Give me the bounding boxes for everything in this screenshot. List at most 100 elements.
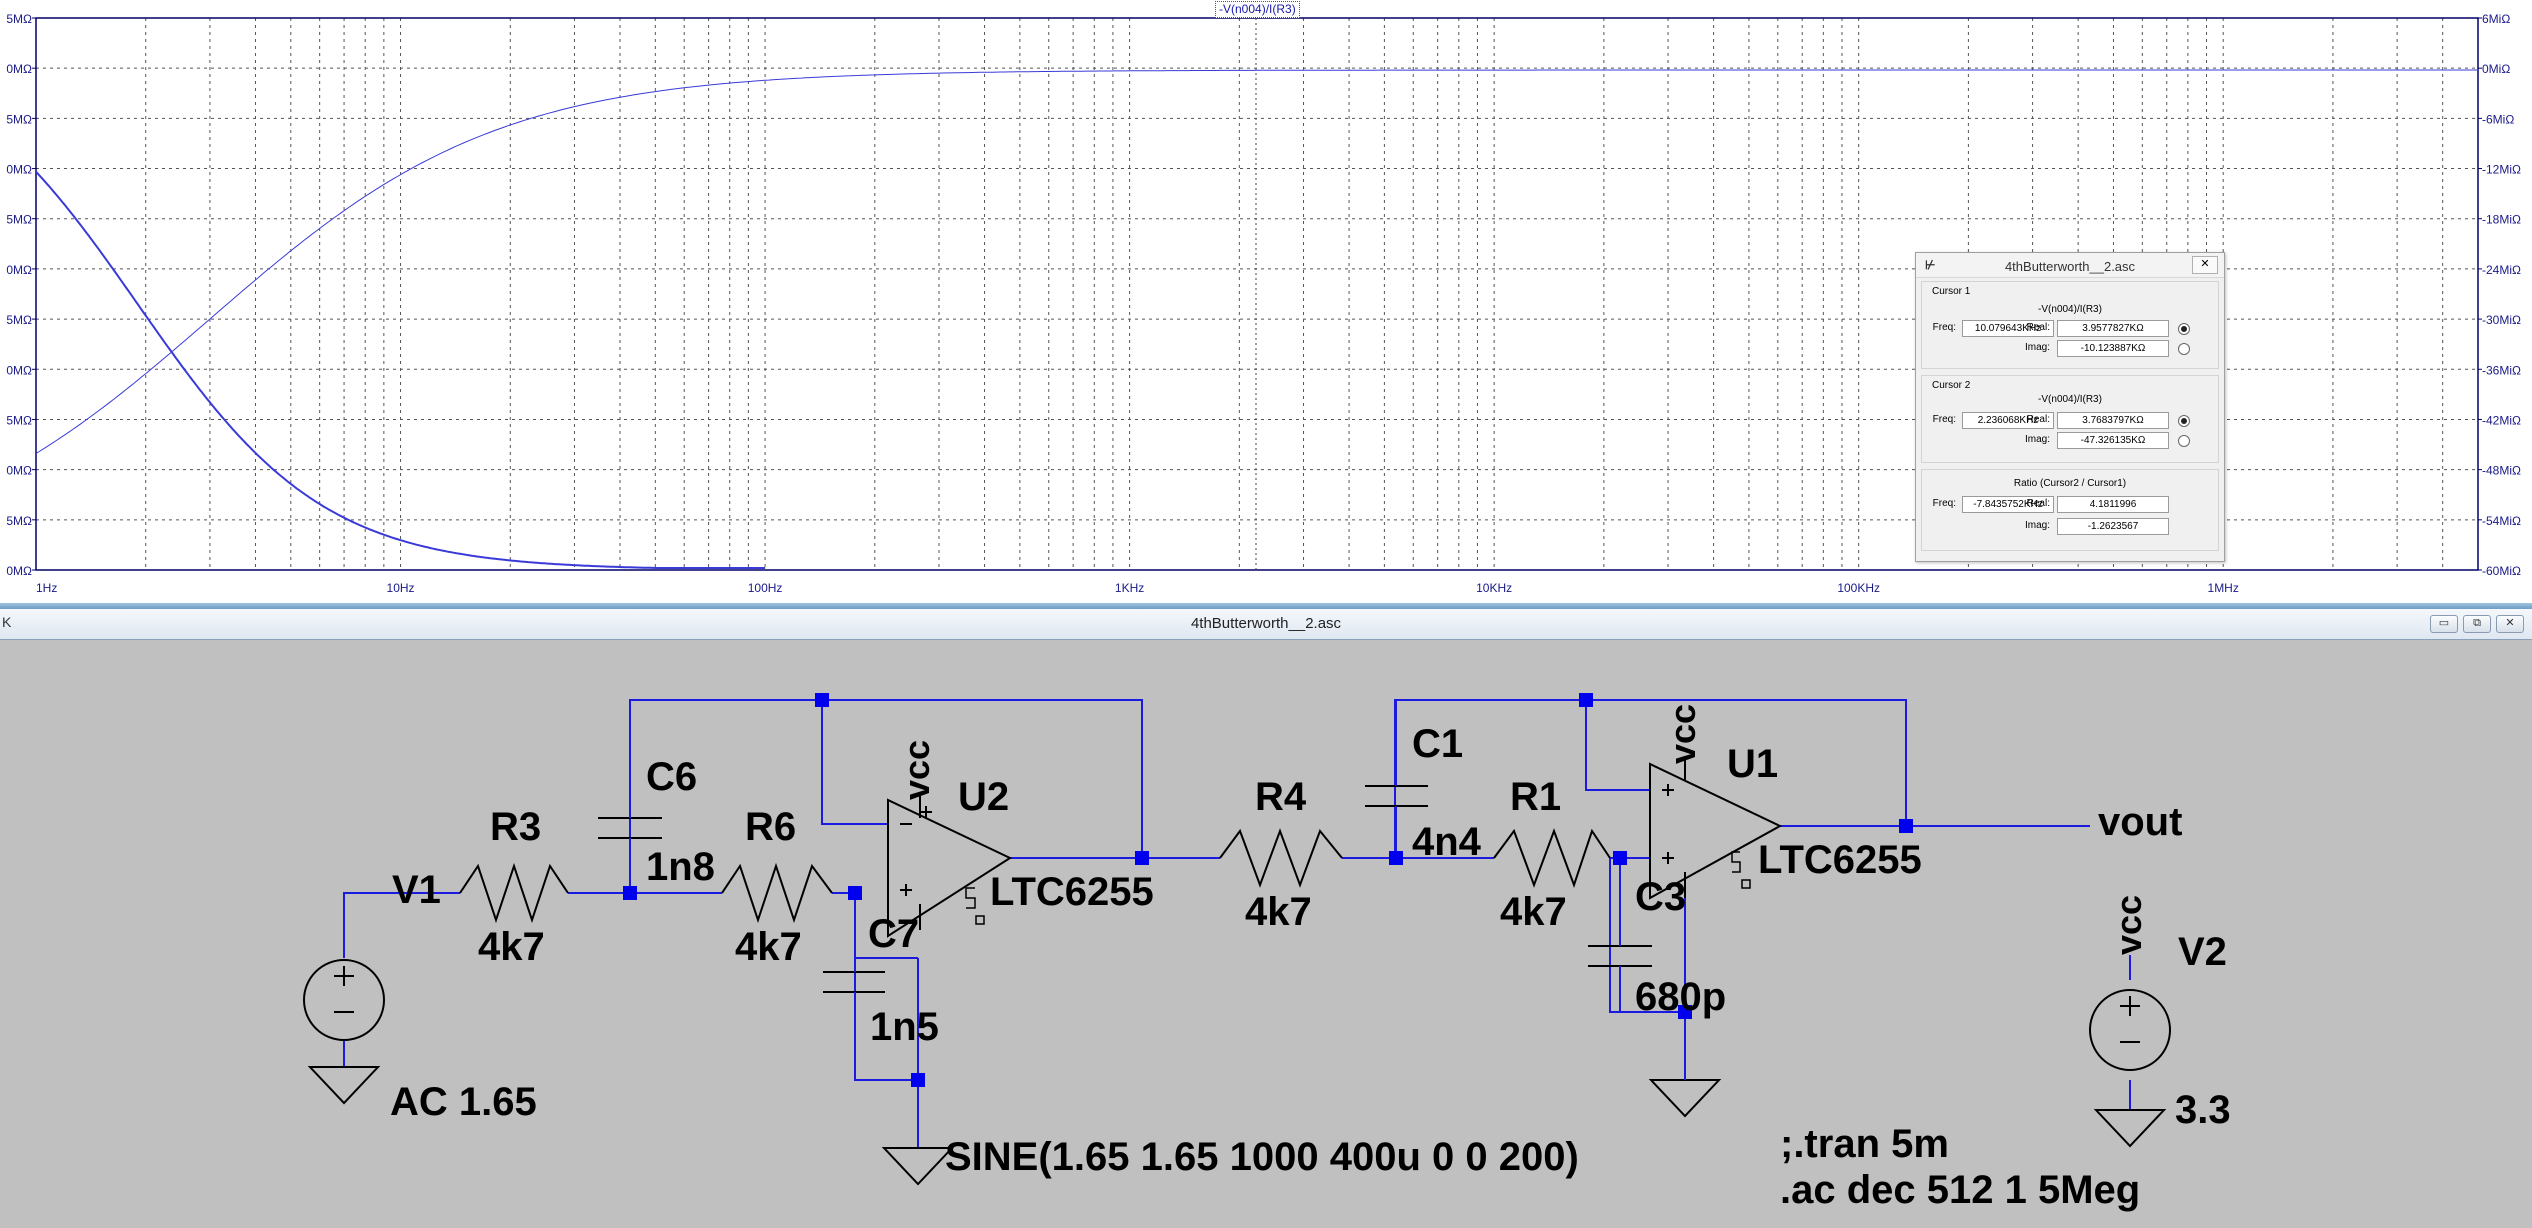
v1-name: V1 <box>392 868 441 912</box>
cursor-1-imag-label: Imag: <box>2024 342 2050 353</box>
u2-name: U2 <box>958 775 1010 819</box>
junction <box>911 1073 925 1087</box>
r3-name: R3 <box>490 805 542 849</box>
cursor-2-caption: Cursor 2 <box>1932 380 1971 391</box>
x-axis-tick-label: 100Hz <box>748 581 783 595</box>
cursor-1-real-label: Real: <box>2026 322 2050 333</box>
u1-name: U1 <box>1727 742 1779 786</box>
cursor-dialog-title: 4thButterworth__2.asc <box>2004 259 2136 274</box>
left-axis-tick-label: 0MΩ <box>6 564 32 578</box>
cursor-2-group: Cursor 2 -V(n004)/I(R3) Freq: 2.236068KH… <box>1921 375 2219 463</box>
trace-label[interactable]: -V(n004)/I(R3) <box>1215 1 1300 18</box>
schematic-title: 4thButterworth__2.asc <box>1190 615 1342 632</box>
x-axis-tick-label: 100KHz <box>1837 581 1880 595</box>
cursor-2-imag-label: Imag: <box>2024 434 2050 445</box>
cursor-2-real-radio[interactable] <box>2178 415 2190 427</box>
c1-value: 4n4 <box>1412 820 1481 864</box>
resistor-r6 <box>721 862 833 924</box>
r1-name: R1 <box>1510 775 1562 819</box>
junction <box>623 886 637 900</box>
cursor-dialog-titlebar[interactable]: ⊬ 4thButterworth__2.asc ✕ <box>1916 253 2224 278</box>
ground-v1 <box>307 1066 381 1105</box>
wire-u2-inminus <box>821 700 888 825</box>
left-axis-tick-label: 0MΩ <box>6 163 32 177</box>
left-axis-tick-label: 5MΩ <box>6 514 32 528</box>
wires <box>343 699 2131 1148</box>
cursor-2-imag-radio[interactable] <box>2178 435 2190 447</box>
v2-value: 3.3 <box>2175 1088 2231 1132</box>
left-axis-tick-label: 5MΩ <box>6 313 32 327</box>
c7-name: C7 <box>868 912 920 956</box>
cursor-1-freq-label: Freq: <box>1932 322 1956 333</box>
u2-supply-label: vcc <box>896 739 937 800</box>
right-axis-tick-label: 0MiΩ <box>2482 62 2510 76</box>
c3-value: 680p <box>1635 975 1727 1019</box>
junction <box>1389 851 1403 865</box>
resistor-r3 <box>459 862 569 924</box>
sine-directive: SINE(1.65 1.65 1000 400u 0 0 200) <box>945 1135 1579 1179</box>
left-axis-tick-label: 5MΩ <box>6 112 32 126</box>
tran-directive: ;.tran 5m <box>1780 1122 1949 1166</box>
c7-value: 1n5 <box>870 1005 939 1049</box>
close-button[interactable]: ✕ <box>2192 256 2218 274</box>
junction <box>848 886 862 900</box>
x-axis-tick-label: 1MHz <box>2208 581 2239 595</box>
c6-value: 1n8 <box>646 845 715 889</box>
left-axis-tick-label: 0MΩ <box>6 464 32 478</box>
right-axis-tick-label: -24MiΩ <box>2482 263 2521 277</box>
junction <box>815 693 829 707</box>
cursor-2-real-field[interactable]: 3.7683797KΩ <box>2057 412 2169 429</box>
left-axis-tick-label: 5MΩ <box>6 413 32 427</box>
cursor-1-caption: Cursor 1 <box>1932 286 1971 297</box>
r6-name: R6 <box>745 805 797 849</box>
ratio-real-field[interactable]: 4.1811996 <box>2057 496 2169 513</box>
cursor-1-group: Cursor 1 -V(n004)/I(R3) Freq: 10.079643K… <box>1921 281 2219 369</box>
close-button[interactable]: ✕ <box>2496 615 2524 633</box>
u1-part: LTC6255 <box>1758 838 1922 882</box>
ground-stage2 <box>1648 1079 1722 1118</box>
schematic-titlebar[interactable]: K 4thButterworth__2.asc ▭ ⧉ ✕ <box>0 609 2532 640</box>
ratio-caption: Ratio (Cursor2 / Cursor1) <box>2013 478 2127 489</box>
right-axis-tick-label: -60MiΩ <box>2482 564 2521 578</box>
right-axis-tick-label: -42MiΩ <box>2482 413 2521 427</box>
cursor-1-imag-field[interactable]: -10.123887KΩ <box>2057 340 2169 357</box>
left-axis-tick-label: 0MΩ <box>6 263 32 277</box>
ratio-imag-label: Imag: <box>2024 520 2050 531</box>
r4-name: R4 <box>1255 775 1307 819</box>
left-axis-tick-label: 0MΩ <box>6 62 32 76</box>
junction <box>1899 819 1913 833</box>
v2-name: V2 <box>2178 930 2227 974</box>
left-axis-tick-label: 5MΩ <box>6 213 32 227</box>
cursor-1-expression: -V(n004)/I(R3) <box>2038 304 2102 315</box>
cursor-2-freq-label: Freq: <box>1932 414 1956 425</box>
cursor-1-imag-radio[interactable] <box>2178 343 2190 355</box>
right-axis-tick-label: -6MiΩ <box>2482 112 2514 126</box>
voltage-sources <box>303 959 2171 1071</box>
u2-part: LTC6255 <box>990 870 1154 914</box>
ratio-group: Ratio (Cursor2 / Cursor1) Freq: -7.84357… <box>1921 469 2219 551</box>
ratio-freq-label: Freq: <box>1932 498 1956 509</box>
schematic-canvas[interactable]: V1 AC 1.65 SINE(1.65 1.65 1000 400u 0 0 … <box>0 640 2532 1228</box>
c1-name: C1 <box>1412 722 1464 766</box>
ratio-real-label: Real: <box>2026 498 2050 509</box>
wire-u1-inminus <box>1585 700 1650 791</box>
minimize-button[interactable]: ▭ <box>2430 615 2458 633</box>
right-axis-tick-label: -54MiΩ <box>2482 514 2521 528</box>
restore-button[interactable]: ⧉ <box>2463 615 2491 633</box>
r1-value: 4k7 <box>1500 890 1567 934</box>
cursor-1-real-field[interactable]: 3.9577827KΩ <box>2057 320 2169 337</box>
cursor-1-real-radio[interactable] <box>2178 323 2190 335</box>
right-axis-tick-label: -30MiΩ <box>2482 313 2521 327</box>
cursor-2-imag-field[interactable]: -47.326135KΩ <box>2057 432 2169 449</box>
right-axis-tick-label: -12MiΩ <box>2482 163 2521 177</box>
v1-value: AC 1.65 <box>390 1080 537 1124</box>
c6-name: C6 <box>646 755 698 799</box>
left-axis-tick-label: 0MΩ <box>6 363 32 377</box>
ratio-imag-field[interactable]: -1.2623567 <box>2057 518 2169 535</box>
x-axis-tick-label: 10Hz <box>387 581 415 595</box>
r3-value: 4k7 <box>478 925 545 969</box>
waveform-plot-pane[interactable]: 5MΩ 6MiΩ 0MΩ 0MiΩ 5MΩ -6MiΩ 0MΩ -12MiΩ 5MΩ -18MiΩ… <box>0 0 2532 603</box>
x-axis-tick-label: 1KHz <box>1115 581 1144 595</box>
ground-stage1 <box>881 1147 955 1186</box>
resistor-r4 <box>1219 828 1343 888</box>
